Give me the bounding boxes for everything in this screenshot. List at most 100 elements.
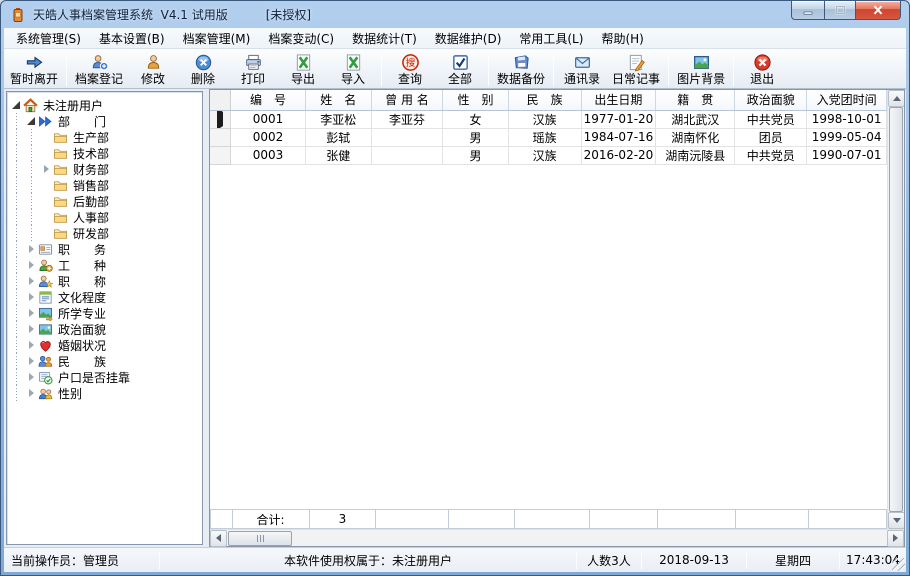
row-selector[interactable] [210, 110, 232, 129]
tree-item[interactable]: 未注册用户 [9, 97, 202, 113]
tree-item[interactable]: 文化程度 [9, 289, 202, 305]
table-cell: 女 [442, 110, 509, 129]
tree-item[interactable]: 职 称 [9, 273, 202, 289]
toolbar-button[interactable]: 导入 [328, 50, 378, 88]
horizontal-scroll-thumb[interactable] [228, 530, 292, 546]
tree-item[interactable]: 销售部 [9, 177, 202, 193]
table-row[interactable]: 0001 李亚松 李亚芬女汉族 1977-01-20 湖北武汉 中共党员 1998-10-0… [210, 110, 887, 129]
close-button[interactable] [856, 1, 901, 20]
column-header[interactable]: 曾 用 名 [371, 90, 444, 111]
maximize-button[interactable] [824, 1, 856, 20]
toolbar-button[interactable]: 图片背景 [672, 50, 730, 88]
table-cell: 中共党员 [734, 110, 808, 129]
tree-item[interactable]: 性别 [9, 385, 202, 401]
menu-item[interactable]: 档案变动(C) [259, 28, 343, 49]
toolbar-button[interactable]: 数据备份 [492, 50, 550, 88]
tree-item[interactable]: 政治面貌 [9, 321, 202, 337]
tree-item[interactable]: 研发部 [9, 225, 202, 241]
tree-expander[interactable] [24, 277, 38, 285]
tree-item[interactable]: 技术部 [9, 145, 202, 161]
tree-item[interactable]: 部 门 [9, 113, 202, 129]
tree-expander[interactable] [24, 245, 38, 253]
window-title: 天皓人事档案管理系统 V4.1 试用版 [33, 8, 228, 22]
row-selector[interactable] [210, 128, 232, 147]
tree-expander[interactable] [24, 389, 38, 397]
vertical-scroll-thumb[interactable] [889, 107, 903, 512]
tree-expander[interactable] [9, 101, 23, 109]
tree-expander[interactable] [24, 341, 38, 349]
contacts-icon [573, 53, 592, 72]
tree-item[interactable]: 户口是否挂靠 [9, 369, 202, 385]
status-date: 2018-09-13 [659, 553, 729, 567]
tree-item[interactable]: 财务部 [9, 161, 202, 177]
toolbar-button[interactable]: 暂时离开 [5, 50, 63, 88]
tree-item[interactable]: 民 族 [9, 353, 202, 369]
column-header[interactable]: 出生日期 [581, 90, 657, 111]
table-cell: 汉族 [508, 146, 582, 165]
tree-item[interactable]: 工 种 [9, 257, 202, 273]
column-header[interactable]: 性 别 [442, 90, 509, 111]
column-header[interactable]: 姓 名 [305, 90, 372, 111]
tree-expander[interactable] [39, 165, 53, 173]
tree-item[interactable]: 生产部 [9, 129, 202, 145]
scroll-right-button[interactable] [887, 529, 904, 547]
toolbar-button[interactable]: 导出 [278, 50, 328, 88]
toolbar-button[interactable]: 日常记事 [607, 50, 665, 88]
tree-expander[interactable] [24, 261, 38, 269]
tree-expander[interactable] [24, 309, 38, 317]
folder-icon [53, 162, 72, 177]
tree-item-label: 销售部 [73, 178, 110, 193]
toolbar-button[interactable]: 全部 [435, 50, 485, 88]
scroll-left-button[interactable] [210, 529, 227, 547]
tree-expander[interactable] [24, 117, 38, 125]
toolbar-button[interactable]: 修改 [128, 50, 178, 88]
scroll-down-button[interactable] [888, 512, 904, 529]
menu-item[interactable]: 数据维护(D) [426, 28, 511, 49]
toolbar-button[interactable]: 退出 [737, 50, 787, 88]
scroll-up-button[interactable] [888, 90, 904, 107]
menu-item[interactable]: 帮助(H) [592, 28, 652, 49]
tree-item[interactable]: 后勤部 [9, 193, 202, 209]
menu-item[interactable]: 系统管理(S) [7, 28, 90, 49]
horizontal-scrollbar[interactable] [210, 529, 904, 547]
tree-expander[interactable] [24, 357, 38, 365]
menu-item[interactable]: 常用工具(L) [510, 28, 592, 49]
tree-expander[interactable] [24, 373, 38, 381]
menu-item[interactable]: 档案管理(M) [174, 28, 260, 49]
row-selector[interactable] [210, 146, 232, 165]
tree-item-label: 民 族 [58, 354, 107, 369]
column-header[interactable]: 编 号 [230, 90, 306, 111]
tree-expander[interactable] [24, 325, 38, 333]
column-header[interactable]: 民 族 [508, 90, 582, 111]
table-row[interactable]: 0003 张健 男汉族 2016-02-20 湖南沅陵县 中共党员 1990-07-01 [210, 146, 887, 165]
tree-item[interactable]: 职 务 [9, 241, 202, 257]
summary-row: 合计: 3 [210, 509, 887, 529]
table-cell: 1984-07-16 [581, 128, 657, 147]
menu-item[interactable]: 数据统计(T) [343, 28, 426, 49]
toolbar-separator [381, 51, 383, 86]
table-row[interactable]: 0002 彭轼 男瑶族 1984-07-16 湖南怀化 团员 1999-05-04 [210, 128, 887, 147]
status-count: 人数3人 [587, 553, 631, 568]
tree-item-label: 后勤部 [73, 194, 110, 209]
column-header[interactable]: 籍 贯 [655, 90, 736, 111]
folder-icon [53, 194, 72, 209]
toolbar: 暂时离开 档案登记 修改 删除 打印 导出 导入搜查询 全部 数据备份 通讯录 日常记事 图片背景 退出 [4, 49, 906, 89]
tree-item[interactable]: 婚姻状况 [9, 337, 202, 353]
toolbar-button[interactable]: 档案登记 [70, 50, 128, 88]
delete-icon [194, 53, 213, 72]
vertical-scrollbar[interactable] [887, 90, 904, 529]
tree-expander[interactable] [24, 293, 38, 301]
toolbar-button[interactable]: 删除 [178, 50, 228, 88]
column-header[interactable]: 入党团时间 [806, 90, 887, 111]
toolbar-button[interactable]: 打印 [228, 50, 278, 88]
toolbar-button[interactable]: 搜查询 [385, 50, 435, 88]
notes-icon [627, 53, 646, 72]
minimize-button[interactable] [791, 1, 824, 20]
tree-item[interactable]: 所学专业 [9, 305, 202, 321]
register-icon [90, 53, 109, 72]
toolbar-button[interactable]: 通讯录 [557, 50, 607, 88]
menu-item[interactable]: 基本设置(B) [90, 28, 174, 49]
resize-grip[interactable] [892, 558, 905, 571]
column-header[interactable]: 政治面貌 [734, 90, 808, 111]
tree-item[interactable]: 人事部 [9, 209, 202, 225]
